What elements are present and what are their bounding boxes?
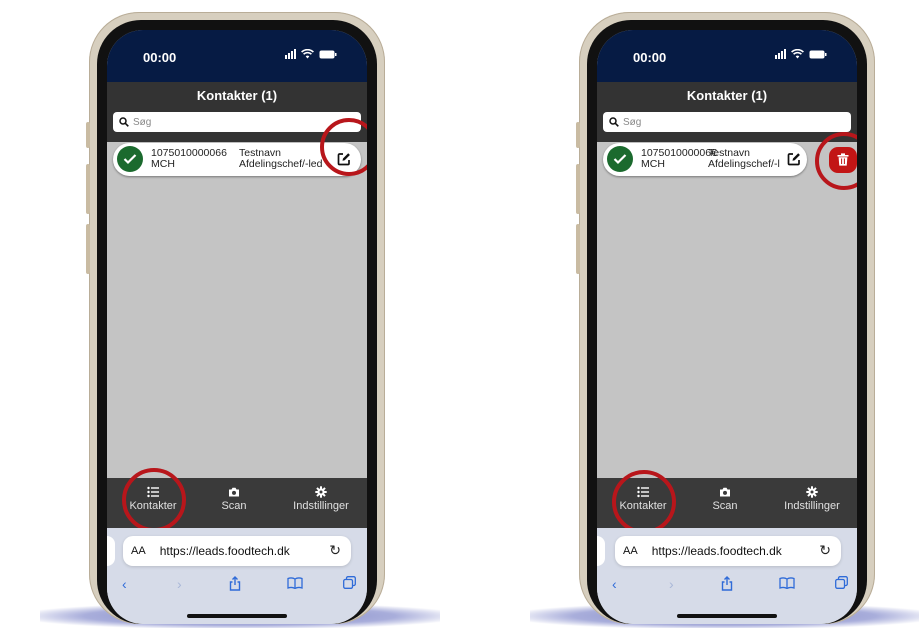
mute-switch [576, 122, 580, 148]
mute-switch [86, 122, 90, 148]
tab-indstillinger[interactable]: Indstillinger [772, 486, 852, 512]
contact-list-item[interactable]: 107501000006€ MCH Testnavn Afdelingschef… [603, 143, 807, 176]
contact-title-line: Afdelingschef/-l [708, 158, 780, 170]
tab-label: Indstillinger [293, 500, 349, 512]
back-icon[interactable]: ‹ [612, 576, 617, 592]
battery-icon [809, 50, 827, 59]
tab-label: Scan [221, 500, 247, 512]
search-placeholder: Søg [133, 116, 152, 128]
bookmarks-icon[interactable] [287, 576, 303, 592]
camera-icon [229, 487, 239, 497]
search-icon [609, 117, 619, 127]
status-bar: 00:00 [107, 30, 367, 82]
gear-icon [806, 486, 818, 498]
search-bar: Søg [597, 110, 857, 142]
status-icons [285, 49, 337, 59]
search-input[interactable]: Søg [113, 112, 361, 132]
previous-tab-card[interactable] [597, 536, 605, 566]
url-text: https://leads.foodtech.dk [651, 544, 782, 558]
address-bar[interactable]: AA https://leads.foodtech.dk ↻ [615, 536, 841, 566]
forward-icon[interactable]: › [669, 576, 674, 592]
contact-code: MCH [151, 158, 175, 170]
share-icon[interactable] [721, 576, 733, 594]
battery-icon [319, 50, 337, 59]
volume-up-button [576, 164, 580, 214]
url-text: https://leads.foodtech.dk [159, 544, 290, 558]
status-bar: 00:00 [597, 30, 857, 82]
tab-scan[interactable]: Scan [705, 486, 745, 512]
edit-icon[interactable] [787, 152, 801, 171]
back-icon[interactable]: ‹ [122, 576, 127, 592]
gear-icon [315, 486, 327, 498]
page-title: Kontakter (1) [597, 82, 857, 110]
camera-icon [720, 487, 730, 497]
previous-tab-card[interactable] [107, 536, 115, 566]
home-indicator [187, 614, 287, 618]
phone-left: 00:00 Kontakter (1) Søg 1075010000066 MC… [86, 12, 385, 624]
safari-bottom-bar: AA https://leads.foodtech.dk ↻ ‹ › [107, 528, 367, 624]
contact-name: Testnavn Afdelingschef/-l [708, 148, 780, 170]
highlight-circle-tab [612, 470, 676, 534]
tab-scan[interactable]: Scan [214, 486, 254, 512]
phone-right: 00:00 Kontakter (1) Søg 107501000006€ MC… [576, 12, 875, 624]
check-icon [607, 146, 633, 172]
forward-icon[interactable]: › [177, 576, 182, 592]
safari-bottom-bar: AA https://leads.foodtech.dk ↻ ‹ › [597, 528, 857, 624]
search-placeholder: Søg [623, 116, 642, 128]
phone-bezel: 00:00 Kontakter (1) Søg 107 [587, 20, 867, 624]
contact-id: 1075010000066 MCH [151, 148, 227, 170]
volume-down-button [86, 224, 90, 274]
status-icons [775, 49, 827, 59]
reader-aa-button[interactable]: AA [131, 545, 146, 557]
signal-icon [775, 49, 786, 59]
bookmarks-icon[interactable] [779, 576, 795, 592]
wifi-icon [301, 49, 314, 59]
tab-label: Scan [712, 500, 738, 512]
tab-label: Indstillinger [784, 500, 840, 512]
search-input[interactable]: Søg [603, 112, 851, 132]
status-time: 00:00 [143, 50, 177, 65]
tabs-icon[interactable] [343, 576, 356, 592]
screen: 00:00 Kontakter (1) Søg 107 [107, 30, 367, 624]
reader-aa-button[interactable]: AA [623, 545, 638, 557]
reload-icon[interactable]: ↻ [819, 542, 831, 559]
highlight-circle-tab [122, 468, 186, 532]
tabs-icon[interactable] [835, 576, 848, 592]
home-indicator [677, 614, 777, 618]
contact-id: 107501000006€ MCH [641, 148, 717, 170]
tab-indstillinger[interactable]: Indstillinger [281, 486, 361, 512]
share-icon[interactable] [229, 576, 241, 594]
contact-name: Testnavn Afdelingschef/-led [239, 148, 322, 170]
volume-up-button [86, 164, 90, 214]
address-bar[interactable]: AA https://leads.foodtech.dk ↻ [123, 536, 351, 566]
phone-bezel: 00:00 Kontakter (1) Søg 107 [97, 20, 377, 624]
page-title: Kontakter (1) [107, 82, 367, 110]
signal-icon [285, 49, 296, 59]
check-icon [117, 146, 143, 172]
reload-icon[interactable]: ↻ [329, 542, 341, 559]
search-icon [119, 117, 129, 127]
contact-code: MCH [641, 158, 665, 170]
safari-toolbar: ‹ › [107, 576, 367, 600]
contact-title-line: Afdelingschef/-led [239, 158, 323, 170]
safari-toolbar: ‹ › [597, 576, 857, 600]
status-time: 00:00 [633, 50, 667, 65]
wifi-icon [791, 49, 804, 59]
volume-down-button [576, 224, 580, 274]
screen: 00:00 Kontakter (1) Søg 107 [597, 30, 857, 624]
